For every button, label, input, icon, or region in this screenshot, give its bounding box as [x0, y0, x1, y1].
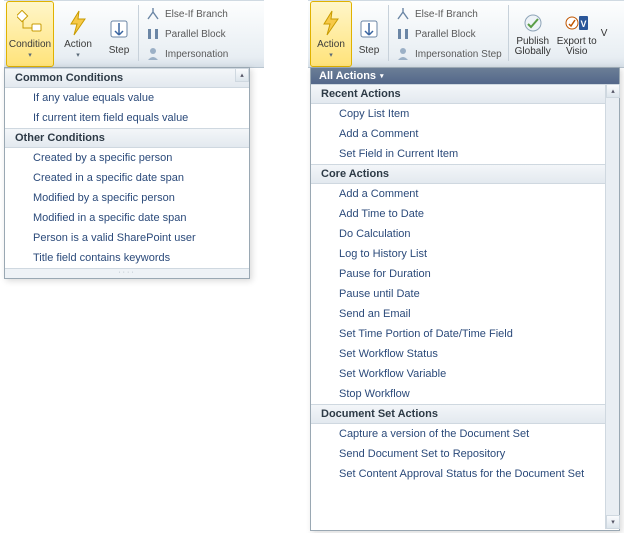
condition-button[interactable]: Condition ▾ — [6, 1, 54, 67]
left-ribbon: Condition ▾ Action ▾ Step Else-If Branch — [4, 0, 264, 68]
step-label: Step — [109, 45, 130, 56]
condition-item[interactable]: Created by a specific person — [5, 148, 249, 168]
visio-export-icon: V — [565, 11, 589, 35]
condition-label: Condition — [9, 39, 51, 50]
elseif-label: Else-If Branch — [415, 9, 478, 20]
section-header: Recent Actions — [311, 84, 605, 104]
parallel-icon — [395, 26, 411, 42]
publish-globally-button[interactable]: Publish Globally — [511, 1, 555, 67]
separator — [388, 5, 389, 61]
step-icon — [355, 15, 383, 43]
export-visio-button[interactable]: V Export to Visio — [555, 1, 599, 67]
section-header: Document Set Actions — [311, 404, 605, 424]
panel-header[interactable]: All Actions ▾ — [311, 68, 619, 84]
branch-icon — [395, 6, 411, 22]
scroll-up-button[interactable]: ▴ — [235, 68, 249, 82]
condition-item[interactable]: If current item field equals value — [5, 108, 249, 128]
svg-text:V: V — [580, 19, 586, 29]
impersonation-button-left[interactable]: Impersonation — [143, 45, 230, 63]
impersonation-label: Impersonation Step — [415, 49, 502, 60]
separator — [138, 5, 139, 61]
parallel-block-button[interactable]: Parallel Block — [143, 25, 230, 43]
condition-icon — [16, 9, 44, 37]
right-ribbon: Action ▾ Step Else-If Branch Parallel Bl… — [308, 0, 624, 68]
elseif-branch-button[interactable]: Else-If Branch — [393, 5, 504, 23]
action-item[interactable]: Set Content Approval Status for the Docu… — [311, 464, 605, 484]
action-item[interactable]: Copy List Item — [311, 104, 605, 124]
action-item[interactable]: Pause for Duration — [311, 264, 605, 284]
condition-dropdown-panel: ▴ Common Conditions If any value equals … — [4, 67, 250, 279]
action-label: Action — [64, 39, 92, 50]
condition-item[interactable]: Modified by a specific person — [5, 188, 249, 208]
action-dropdown-panel: All Actions ▾ Recent Actions Copy List I… — [310, 67, 620, 531]
parallel-label: Parallel Block — [165, 29, 226, 40]
action-button-left[interactable]: Action ▾ — [54, 1, 102, 67]
action-item[interactable]: Add a Comment — [311, 184, 605, 204]
scrollbar[interactable]: ▴ ▾ — [605, 84, 619, 529]
parallel-icon — [145, 26, 161, 42]
section-header: Other Conditions — [5, 128, 249, 148]
action-item[interactable]: Set Workflow Variable — [311, 364, 605, 384]
globe-check-icon — [521, 11, 545, 35]
right-mini-column: Else-If Branch Parallel Block Impersonat… — [391, 1, 506, 67]
step-icon — [105, 15, 133, 43]
condition-item[interactable]: Modified in a specific date span — [5, 208, 249, 228]
separator — [508, 5, 509, 61]
impersonation-button-right[interactable]: Impersonation Step — [393, 45, 504, 63]
truncated-label: V — [601, 29, 608, 39]
export-visio-label: Export to Visio — [555, 37, 599, 57]
elseif-branch-button[interactable]: Else-If Branch — [143, 5, 230, 23]
condition-item[interactable]: Person is a valid SharePoint user — [5, 228, 249, 248]
branch-icon — [145, 6, 161, 22]
parallel-block-button[interactable]: Parallel Block — [393, 25, 504, 43]
truncated-button[interactable]: V — [599, 1, 609, 67]
step-button-right[interactable]: Step — [352, 1, 386, 67]
left-mini-column: Else-If Branch Parallel Block Impersonat… — [141, 1, 232, 67]
lightning-icon — [64, 9, 92, 37]
section-header: Common Conditions — [5, 68, 249, 88]
step-button-left[interactable]: Step — [102, 1, 136, 67]
panel-header-label: All Actions — [319, 70, 376, 82]
condition-item[interactable]: Title field contains keywords — [5, 248, 249, 268]
chevron-down-icon: ▾ — [380, 72, 384, 80]
step-label: Step — [359, 45, 380, 56]
action-label: Action — [317, 39, 345, 50]
chevron-down-icon: ▾ — [329, 50, 333, 61]
chevron-down-icon: ▾ — [76, 50, 80, 61]
action-item[interactable]: Set Field in Current Item — [311, 144, 605, 164]
action-item[interactable]: Set Time Portion of Date/Time Field — [311, 324, 605, 344]
person-icon — [395, 46, 411, 62]
parallel-label: Parallel Block — [415, 29, 476, 40]
condition-item[interactable]: If any value equals value — [5, 88, 249, 108]
panel-resize-grip[interactable]: ···· — [5, 268, 249, 278]
publish-globally-label: Publish Globally — [511, 37, 555, 57]
section-header: Core Actions — [311, 164, 605, 184]
person-icon — [145, 46, 161, 62]
action-item[interactable]: Pause until Date — [311, 284, 605, 304]
action-button-right[interactable]: Action ▾ — [310, 1, 352, 67]
action-list: Recent Actions Copy List Item Add a Comm… — [311, 84, 605, 529]
action-item[interactable]: Send an Email — [311, 304, 605, 324]
scroll-down-button[interactable]: ▾ — [606, 515, 620, 529]
action-item[interactable]: Log to History List — [311, 244, 605, 264]
lightning-icon — [317, 9, 345, 37]
condition-item[interactable]: Created in a specific date span — [5, 168, 249, 188]
action-item[interactable]: Stop Workflow — [311, 384, 605, 404]
action-item[interactable]: Set Workflow Status — [311, 344, 605, 364]
action-item[interactable]: Capture a version of the Document Set — [311, 424, 605, 444]
chevron-down-icon: ▾ — [28, 50, 32, 61]
action-item[interactable]: Send Document Set to Repository — [311, 444, 605, 464]
action-item[interactable]: Add a Comment — [311, 124, 605, 144]
scroll-up-button[interactable]: ▴ — [606, 84, 620, 98]
impersonation-label: Impersonation — [165, 49, 228, 60]
action-item[interactable]: Do Calculation — [311, 224, 605, 244]
elseif-label: Else-If Branch — [165, 9, 228, 20]
action-item[interactable]: Add Time to Date — [311, 204, 605, 224]
